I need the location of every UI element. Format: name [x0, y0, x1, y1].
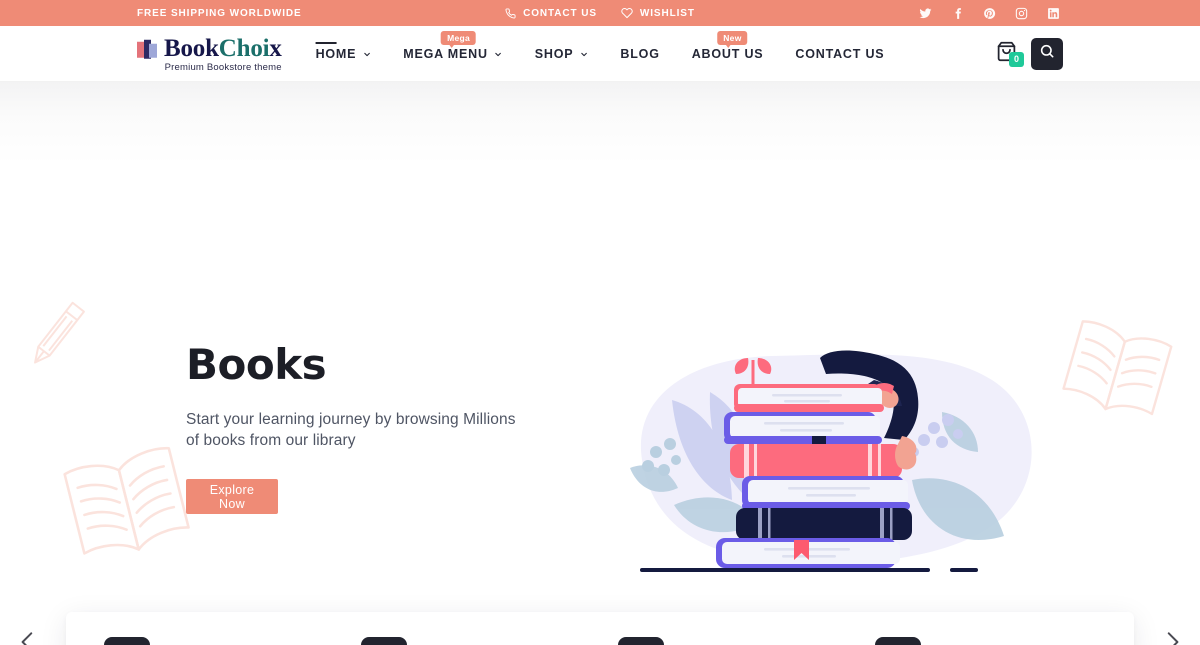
- topbar-contact-us-link[interactable]: CONTACT US: [505, 8, 597, 19]
- logo-wordmark: BookChoix: [164, 35, 282, 60]
- nav-label-home: HOME: [315, 46, 357, 61]
- feature-secured-payment[interactable]: SECURED PAYMENT SECURED TRANSACTION: [857, 637, 1114, 645]
- nav-label-about-us: ABOUT US: [691, 46, 764, 61]
- explore-now-button[interactable]: Explore Now: [186, 479, 278, 515]
- logo[interactable]: BookChoix Premium Bookstore theme: [137, 35, 282, 72]
- top-announcement-bar: FREE SHIPPING WORLDWIDE CONTACT US WISHL…: [0, 0, 1200, 26]
- logo-part-x: x: [269, 34, 282, 62]
- open-book-icon: [104, 637, 150, 645]
- nav-item-mega-menu[interactable]: Mega MEGA MENU: [387, 26, 519, 82]
- nav-item-home[interactable]: HOME: [300, 26, 388, 82]
- nav-label-mega-menu: MEGA MENU: [403, 46, 488, 61]
- nav-badge-mega: Mega: [441, 30, 477, 48]
- logo-part-book: Book: [164, 34, 219, 62]
- chevron-left-icon: [15, 629, 41, 645]
- phone-icon: [505, 7, 516, 19]
- topbar-wishlist-link[interactable]: WISHLIST: [621, 7, 695, 19]
- logo-part-choi: Choi: [218, 34, 270, 62]
- facebook-icon[interactable]: [951, 7, 964, 20]
- nav-label-shop: SHOP: [534, 46, 574, 61]
- nav-badge-new: New: [717, 30, 748, 48]
- nav-item-blog[interactable]: BLOG: [604, 26, 675, 82]
- topbar-wishlist-label: WISHLIST: [639, 7, 695, 19]
- main-navigation: HOME Mega MEGA MENU SHOP BLOG New ABOUT …: [300, 26, 901, 82]
- search-button[interactable]: [1031, 37, 1063, 70]
- logo-tagline: Premium Bookstore theme: [164, 61, 282, 73]
- chat-bubbles-icon: [361, 637, 407, 645]
- heart-icon: [621, 7, 633, 19]
- social-links: [919, 0, 1060, 26]
- logo-mark-icon: [137, 39, 157, 59]
- search-icon: [1039, 43, 1055, 64]
- topbar-contact-label: CONTACT US: [523, 7, 597, 19]
- open-book-decoration-icon: [58, 434, 198, 579]
- feature-read-books-online[interactable]: READ BOOKS ONLINE OVER MILLIONS OF BOOKS: [86, 637, 343, 645]
- instagram-icon[interactable]: [1015, 7, 1028, 20]
- nav-item-shop[interactable]: SHOP: [519, 26, 605, 82]
- feature-free-shipping[interactable]: FREE SHIPPING ALL ACROSS THE WORLD: [343, 637, 600, 645]
- refresh-arrow-icon: [618, 637, 664, 645]
- cart-button[interactable]: 0: [993, 41, 1024, 67]
- linkedin-icon[interactable]: [1047, 7, 1060, 20]
- chevron-down-icon: [494, 50, 503, 59]
- features-bar: READ BOOKS ONLINE OVER MILLIONS OF BOOKS…: [66, 612, 1134, 645]
- nav-label-blog: BLOG: [620, 46, 660, 61]
- carousel-prev-button[interactable]: [8, 624, 48, 645]
- hero-section: Books Start your learning journey by bro…: [0, 82, 1200, 645]
- pinterest-icon[interactable]: [983, 7, 996, 20]
- site-header: BookChoix Premium Bookstore theme HOME M…: [0, 26, 1200, 82]
- hero-subtitle: Start your learning journey by browsing …: [186, 411, 516, 449]
- hero-title: Books: [186, 340, 327, 389]
- header-actions: 0: [993, 37, 1063, 70]
- nav-item-contact-us[interactable]: CONTACT US: [779, 26, 900, 82]
- open-book-decoration-icon: [1056, 310, 1176, 435]
- twitter-icon[interactable]: [919, 7, 932, 20]
- pencil-decoration-icon: [10, 292, 100, 382]
- hero-copy: Books Start your learning journey by bro…: [186, 340, 606, 515]
- chevron-down-icon: [579, 50, 588, 59]
- hero-illustration-book-stack: [612, 340, 1062, 580]
- shield-x-icon: [875, 637, 921, 645]
- carousel-next-button[interactable]: [1152, 624, 1192, 645]
- cart-count-badge: 0: [1009, 51, 1024, 67]
- chevron-down-icon: [362, 50, 371, 59]
- nav-item-about-us[interactable]: New ABOUT US: [676, 26, 780, 82]
- feature-30-days-return[interactable]: 30 DAYS RETURN SIMPLE RETURN POLICY: [600, 637, 857, 645]
- chevron-right-icon: [1159, 629, 1185, 645]
- nav-label-contact-us: CONTACT US: [795, 46, 885, 61]
